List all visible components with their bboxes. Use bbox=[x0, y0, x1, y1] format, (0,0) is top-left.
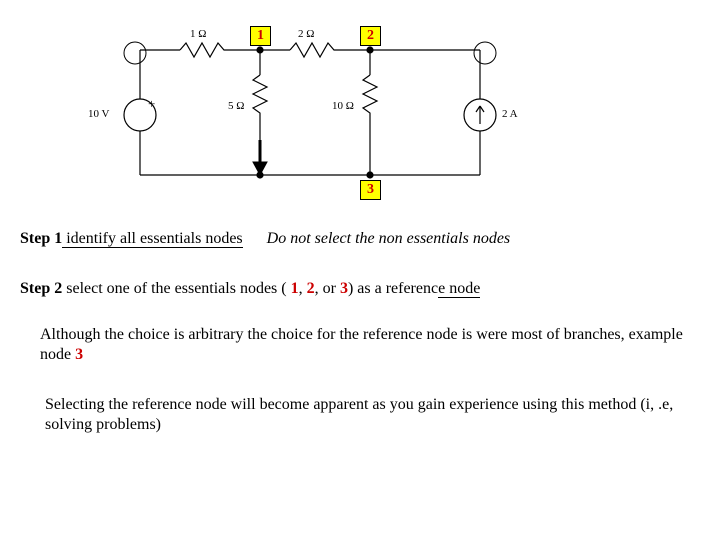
r5-label: 5 Ω bbox=[228, 100, 244, 112]
vsrc-label: 10 V bbox=[88, 108, 110, 120]
node-1-label: 1 bbox=[257, 28, 264, 43]
step-2-n2: 2 bbox=[307, 280, 315, 297]
step-1-note: Do not select the non essentials nodes bbox=[267, 230, 511, 247]
step-2-text-a: select one of the essentials nodes ( bbox=[62, 280, 290, 297]
paragraph-2: Selecting the reference node will become… bbox=[45, 395, 695, 435]
node-2-label: 2 bbox=[367, 28, 374, 43]
step-1-text-b: nodes bbox=[201, 230, 242, 248]
paragraph-1: Although the choice is arbitrary the cho… bbox=[40, 325, 700, 365]
para2-text: Selecting the reference node will become… bbox=[45, 396, 673, 433]
r1-label: 1 Ω bbox=[190, 28, 206, 40]
step-1-line: Step 1 identify all essentials nodes Do … bbox=[20, 230, 700, 248]
step-1-text-a: identify all essentials bbox=[62, 230, 201, 248]
r10-label: 10 Ω bbox=[332, 100, 354, 112]
node-2-box: 2 bbox=[360, 26, 381, 46]
vsrc-plus: + bbox=[148, 96, 155, 112]
step-2-n1: 1 bbox=[291, 280, 299, 297]
circuit-diagram: 1 2 3 1 Ω 2 Ω 5 Ω 10 Ω 10 V + 2 A bbox=[80, 20, 540, 200]
step-2-lead: Step 2 bbox=[20, 280, 62, 297]
step-2-c2: , or bbox=[315, 280, 340, 297]
para1-n3: 3 bbox=[75, 346, 83, 363]
step-2-text-c: e node bbox=[438, 280, 480, 298]
node-3-label: 3 bbox=[367, 182, 374, 197]
node-3-box: 3 bbox=[360, 180, 381, 200]
r2-label: 2 Ω bbox=[298, 28, 314, 40]
step-2-c1: , bbox=[299, 280, 307, 297]
step-1-lead: Step 1 bbox=[20, 230, 62, 247]
isrc-label: 2 A bbox=[502, 108, 518, 120]
step-2-text-b: ) as a referenc bbox=[348, 280, 438, 297]
node-1-box: 1 bbox=[250, 26, 271, 46]
para1-text: Although the choice is arbitrary the cho… bbox=[40, 326, 683, 363]
step-2-line: Step 2 select one of the essentials node… bbox=[20, 280, 700, 298]
step-2-n3: 3 bbox=[340, 280, 348, 297]
